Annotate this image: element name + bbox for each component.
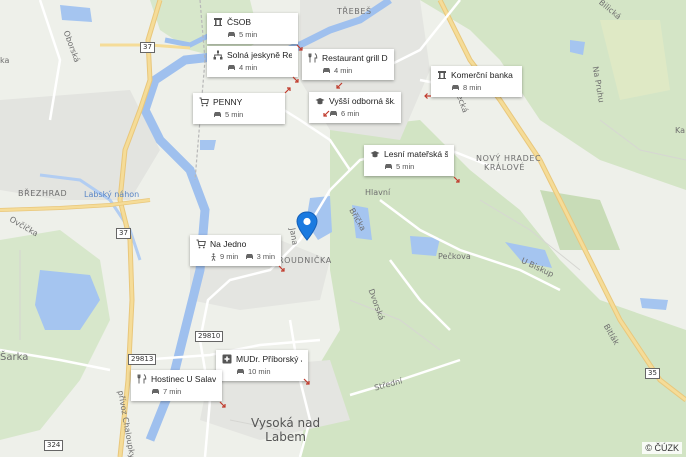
district-label-trebes: TŘEBEŠ [337, 7, 372, 16]
poi-drive-time: 10 min [248, 367, 271, 376]
street-label-ka-left: ka [0, 56, 10, 65]
district-label-brezhrad: BŘEZHRAD [18, 189, 68, 198]
poi-name: PENNY [213, 97, 243, 107]
poi-name: ČSOB [227, 17, 252, 27]
location-pin-icon[interactable] [296, 211, 318, 241]
poi-pointer-arrow-icon [219, 401, 226, 408]
poi-card-mudr-priborsky[interactable]: MUDr. Příborský Jiří 10 min [216, 350, 308, 381]
poi-pointer-arrow-icon [296, 44, 303, 51]
poi-card-na-jedno[interactable]: Na Jedno 9 min 3 min [190, 235, 281, 266]
poi-drive-time: 4 min [239, 63, 258, 72]
medical-cross-icon [222, 354, 233, 364]
poi-walk-time: 9 min [220, 252, 239, 261]
poi-card-lesni-materska-skola[interactable]: Lesní mateřská š... 5 min [364, 145, 454, 176]
town-label-sarka: Šarka [0, 352, 29, 363]
poi-card-vyssi-odborna-skola[interactable]: Vyšší odborná šk... 6 min [309, 92, 401, 123]
shopping-cart-icon [199, 97, 210, 107]
poi-card-restaurant-grill[interactable]: Restaurant grill D... 4 min [302, 49, 394, 80]
poi-drive-time: 5 min [396, 162, 415, 171]
bank-icon [437, 70, 448, 80]
poi-pointer-arrow-icon [292, 76, 299, 83]
graduation-cap-icon [315, 96, 326, 106]
graduation-cap-icon [370, 149, 381, 159]
road-shield-29813: 29813 [128, 354, 157, 365]
poi-name: Komerční banka [451, 70, 513, 80]
street-label-ka: Ka [675, 126, 686, 135]
poi-drive-time: 3 min [256, 252, 275, 261]
poi-card-komercni-banka[interactable]: Komerční banka 8 min [431, 66, 522, 97]
car-icon [245, 253, 254, 260]
walking-person-icon [210, 252, 217, 261]
road-shield-29810: 29810 [195, 331, 224, 342]
shopping-cart-icon [196, 239, 207, 249]
road-shield-35: 35 [645, 368, 660, 379]
fork-knife-icon [137, 374, 148, 384]
poi-name: Na Jedno [210, 239, 247, 249]
poi-name: Vyšší odborná šk... [329, 96, 395, 106]
district-label-novy-hradec-2: KRÁLOVÉ [484, 163, 526, 172]
town-label-vysoka: Vysoká nad Labem [251, 416, 321, 444]
poi-name: Lesní mateřská š... [384, 149, 448, 159]
district-label-novy-hradec-1: NOVÝ HRADEC [476, 154, 542, 163]
map-copyright[interactable]: © ČÚZK [642, 442, 682, 454]
car-icon [451, 84, 460, 91]
poi-card-csob[interactable]: ČSOB 5 min [207, 13, 298, 44]
poi-drive-time: 6 min [341, 109, 360, 118]
poi-card-penny[interactable]: PENNY 5 min [193, 93, 285, 124]
poi-name: Restaurant grill D... [322, 53, 388, 63]
street-label-hlavni: Hlavní [365, 188, 391, 197]
fork-knife-icon [308, 53, 319, 63]
poi-name: Hostinec U Salavcu [151, 374, 216, 384]
car-icon [151, 388, 160, 395]
road-shield-37-north: 37 [140, 42, 155, 53]
poi-card-solna-jeskyne[interactable]: Solná jeskyně Rel... 4 min [207, 46, 298, 77]
road-shield-37-south: 37 [116, 228, 131, 239]
poi-pointer-arrow-icon [323, 110, 330, 117]
car-icon [227, 64, 236, 71]
car-icon [236, 368, 245, 375]
poi-pointer-arrow-icon [303, 378, 310, 385]
district-label-roudnicka: ROUDNIČKA [278, 256, 332, 265]
water-label-labsky-nahon: Labský náhon [84, 190, 140, 199]
poi-drive-time: 8 min [463, 83, 482, 92]
poi-drive-time: 7 min [163, 387, 182, 396]
poi-pointer-arrow-icon [278, 265, 285, 272]
bank-icon [213, 17, 224, 27]
poi-pointer-arrow-icon [336, 82, 343, 89]
poi-pointer-arrow-icon [453, 176, 460, 183]
car-icon [329, 110, 338, 117]
poi-drive-time: 5 min [239, 30, 258, 39]
poi-pointer-arrow-icon [284, 87, 291, 94]
map-view[interactable]: TŘEBEŠ BŘEZHRAD Labský náhon NOVÝ HRADEC… [0, 0, 686, 457]
car-icon [384, 163, 393, 170]
road-shield-324: 324 [44, 440, 64, 451]
street-label-peckova: Pečkova [438, 252, 471, 261]
poi-drive-time: 4 min [334, 66, 353, 75]
poi-name: MUDr. Příborský Jiří [236, 354, 302, 364]
poi-card-hostinec-u-salavcu[interactable]: Hostinec U Salavcu 7 min [131, 370, 222, 401]
car-icon [322, 67, 331, 74]
car-icon [227, 31, 236, 38]
sitemap-icon [213, 50, 224, 60]
poi-drive-time: 5 min [225, 110, 244, 119]
poi-name: Solná jeskyně Rel... [227, 50, 292, 60]
car-icon [213, 111, 222, 118]
poi-pointer-arrow-icon [424, 93, 431, 99]
